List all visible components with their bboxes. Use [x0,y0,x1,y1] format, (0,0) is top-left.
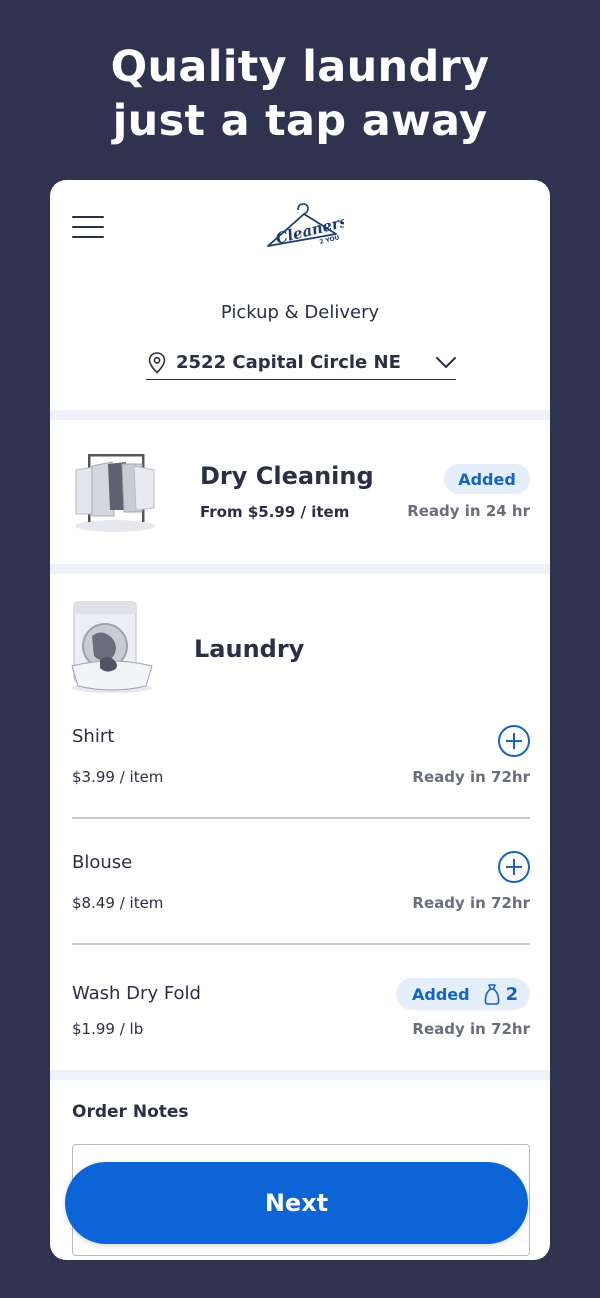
wash-dry-fold-added-badge[interactable]: Added 2 [396,978,530,1010]
blouse-name: Blouse [72,852,133,873]
headline-line-1: Quality laundry [110,42,490,92]
section-divider [50,564,550,574]
dry-cleaning-ready-time: Ready in 24 hr [407,502,530,520]
shirt-name: Shirt [72,726,115,747]
address-text: 2522 Capital Circle NE [176,352,401,373]
wash-dry-fold-ready-time: Ready in 72hr [412,1020,530,1038]
laundry-machine-illustration [71,601,153,693]
add-blouse-button[interactable] [498,851,530,883]
add-shirt-button[interactable] [498,725,530,757]
item-divider [72,817,530,819]
phone-screen: Cleaners 2 YOU Pickup & Delivery 2522 Ca… [50,180,550,1260]
dry-cleaning-added-badge[interactable]: Added [444,464,530,494]
headline-line-2: just a tap away [112,96,488,146]
next-button[interactable]: Next [65,1162,528,1244]
dry-cleaning-title: Dry Cleaning [200,462,374,490]
hamburger-menu-icon[interactable] [72,216,104,238]
shirt-price: $3.99 / item [72,768,164,786]
section-divider [50,1070,550,1080]
location-pin-icon [148,351,166,374]
order-notes-label: Order Notes [72,1102,189,1122]
blouse-price: $8.49 / item [72,894,164,912]
cleaners-2-you-logo: Cleaners 2 YOU [267,203,344,248]
pickup-delivery-title: Pickup & Delivery [220,302,380,323]
wash-dry-fold-badge-label: Added [412,984,470,1004]
section-divider [50,410,550,420]
item-divider [72,943,530,945]
wash-dry-fold-name: Wash Dry Fold [72,983,201,1004]
dry-cleaning-rack-illustration [75,454,155,532]
blouse-ready-time: Ready in 72hr [412,894,530,912]
wash-dry-fold-price: $1.99 / lb [72,1020,144,1038]
address-selector[interactable]: 2522 Capital Circle NE [146,346,456,380]
wash-dry-fold-bag-count: 2 [505,983,519,1005]
laundry-title: Laundry [194,635,305,663]
dry-cleaning-price: From $5.99 / item [200,503,350,521]
laundry-bag-icon [484,984,499,1005]
shirt-ready-time: Ready in 72hr [412,768,530,786]
headline: Quality laundry just a tap away [0,40,600,148]
chevron-down-icon[interactable] [436,356,456,369]
